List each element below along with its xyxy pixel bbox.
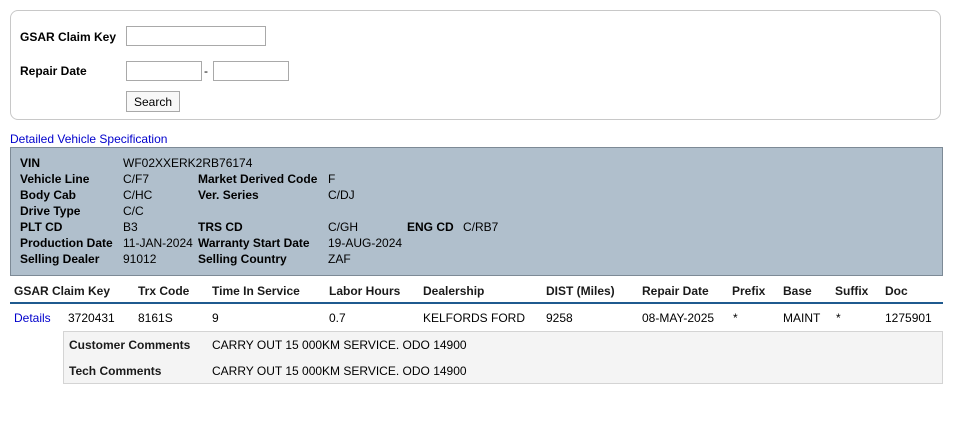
repair-date-separator: - [204, 64, 208, 78]
repair-date-to-input[interactable] [213, 61, 289, 81]
ver-series-value: C/DJ [328, 188, 355, 202]
repair-date-from-input[interactable] [126, 61, 202, 81]
drive-type-value: C/C [123, 204, 144, 218]
ver-series-label: Ver. Series [198, 188, 259, 202]
trs-cd-value: C/GH [328, 220, 358, 234]
selling-country-label: Selling Country [198, 252, 287, 266]
claim-key-input[interactable] [126, 26, 266, 46]
claim-key-label: GSAR Claim Key [20, 30, 117, 44]
customer-comments-value: CARRY OUT 15 000KM SERVICE. ODO 14900 [212, 338, 467, 352]
detailed-vehicle-specification-link[interactable]: Detailed Vehicle Specification [10, 132, 167, 146]
details-link[interactable]: Details [14, 311, 51, 325]
vin-value: WF02XXERK2RB76174 [123, 156, 253, 170]
eng-cd-value: C/RB7 [463, 220, 499, 234]
suffix-cell: * [836, 311, 841, 325]
dealership-cell: KELFORDS FORD [423, 311, 526, 325]
vin-label: VIN [20, 156, 41, 170]
tech-comments-label: Tech Comments [69, 364, 162, 378]
trs-cd-label: TRS CD [198, 220, 243, 234]
selling-dealer-value: 91012 [123, 252, 157, 266]
column-header-labor-hours: Labor Hours [329, 284, 401, 298]
column-header-dealership: Dealership [423, 284, 485, 298]
column-header-time-in-service: Time In Service [212, 284, 300, 298]
eng-cd-label: ENG CD [407, 220, 454, 234]
customer-comments-label: Customer Comments [69, 338, 191, 352]
labor-hours-cell: 0.7 [329, 311, 346, 325]
trx-code-cell: 8161S [138, 311, 173, 325]
column-header-base: Base [783, 284, 812, 298]
warranty-start-date-value: 19-AUG-2024 [328, 236, 403, 250]
prefix-cell: * [733, 311, 738, 325]
repair-date-cell: 08-MAY-2025 [642, 311, 715, 325]
production-date-label: Production Date [20, 236, 113, 250]
plt-cd-label: PLT CD [20, 220, 63, 234]
dist-miles-cell: 9258 [546, 311, 573, 325]
header-divider [10, 302, 943, 304]
column-header-trx-code: Trx Code [138, 284, 190, 298]
column-header-dist-miles: DIST (Miles) [546, 284, 615, 298]
column-header-doc: Doc [885, 284, 908, 298]
plt-cd-value: B3 [123, 220, 138, 234]
search-panel: GSAR Claim Key Repair Date - Search [10, 10, 941, 120]
selling-dealer-label: Selling Dealer [20, 252, 100, 266]
column-header-repair-date: Repair Date [642, 284, 709, 298]
body-cab-label: Body Cab [20, 188, 77, 202]
warranty-start-date-label: Warranty Start Date [198, 236, 310, 250]
production-date-value: 11-JAN-2024 [123, 236, 193, 250]
claim-key-cell: 3720431 [68, 311, 115, 325]
selling-country-value: ZAF [328, 252, 351, 266]
market-derived-code-label: Market Derived Code [198, 172, 318, 186]
tech-comments-value: CARRY OUT 15 000KM SERVICE. ODO 14900 [212, 364, 467, 378]
comments-panel: Customer Comments CARRY OUT 15 000KM SER… [63, 331, 943, 384]
drive-type-label: Drive Type [20, 204, 81, 218]
time-in-service-cell: 9 [212, 311, 219, 325]
body-cab-value: C/HC [123, 188, 153, 202]
repair-date-label: Repair Date [20, 64, 87, 78]
search-button[interactable]: Search [126, 91, 181, 112]
doc-cell: 1275901 [885, 311, 932, 325]
column-header-prefix: Prefix [732, 284, 766, 298]
column-header-gsar-claim-key: GSAR Claim Key [14, 284, 111, 298]
vehicle-line-label: Vehicle Line [20, 172, 90, 186]
vehicle-spec-panel: VIN WF02XXERK2RB76174 Vehicle Line C/F7 … [10, 147, 943, 276]
base-cell: MAINT [783, 311, 821, 325]
column-header-suffix: Suffix [835, 284, 869, 298]
vehicle-line-value: C/F7 [123, 172, 150, 186]
market-derived-code-value: F [328, 172, 336, 186]
